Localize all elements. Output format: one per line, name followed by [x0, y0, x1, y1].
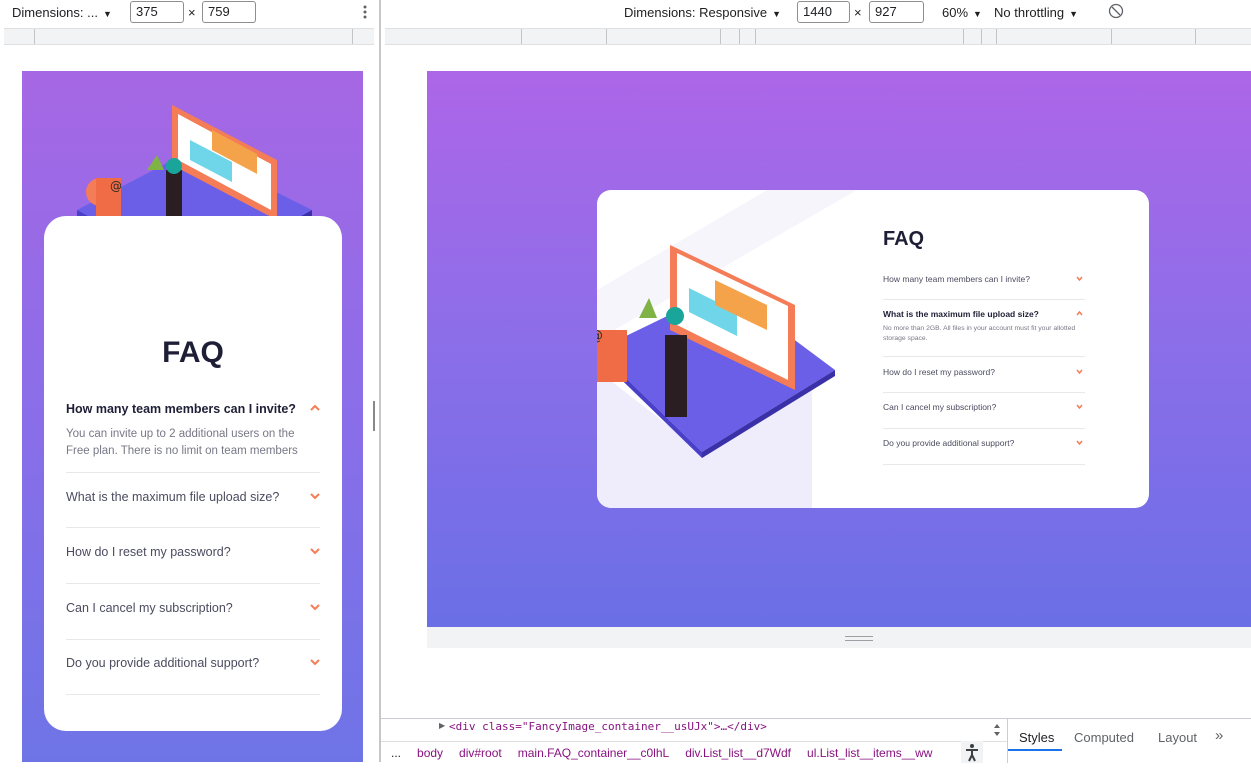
faq-question[interactable]: How do I reset my password? — [883, 367, 995, 377]
breadcrumb-item[interactable]: div.List_list__d7Wdf — [685, 746, 791, 760]
faq-answer: No more than 2GB. All files in your acco… — [883, 325, 1076, 342]
tab-computed[interactable]: Computed — [1074, 730, 1134, 745]
times-sign: × — [188, 5, 196, 20]
faq-title: FAQ — [883, 228, 925, 250]
chevron-up-icon — [310, 404, 320, 414]
accessibility-icon[interactable] — [961, 741, 983, 763]
faq-item[interactable]: Do you provide additional support? — [66, 656, 320, 695]
faq-item[interactable]: Can I cancel my subscription? — [883, 402, 1085, 429]
mobile-faq-card: FAQ How many team members can I invite? … — [44, 216, 342, 731]
faq-question[interactable]: Can I cancel my subscription? — [66, 601, 233, 615]
chevron-down-icon — [310, 658, 320, 668]
media-query-ruler[interactable] — [385, 28, 1251, 45]
dimensions-label: Dimensions: Responsive — [624, 5, 768, 20]
dimensions-dropdown[interactable]: Dimensions: Responsive ▼ — [624, 5, 781, 20]
breadcrumb-item[interactable]: ul.List_list__items__ww — [807, 746, 932, 760]
faq-item[interactable]: How do I reset my password? — [66, 545, 320, 584]
devtools-panel: ▶ <div class="FancyImage_container__usUJ… — [381, 718, 1251, 763]
throttling-label: No throttling — [994, 5, 1065, 20]
styles-tabs: Styles Computed Layout » — [1007, 719, 1251, 763]
chevron-down-icon — [310, 492, 320, 502]
faq-question[interactable]: Do you provide additional support? — [66, 656, 259, 670]
width-input[interactable]: 375 — [130, 1, 184, 23]
elements-code-line[interactable]: <div class="FancyImage_container__usUJx"… — [449, 720, 767, 733]
chevron-down-icon — [1076, 404, 1083, 411]
kebab-icon[interactable] — [361, 4, 369, 20]
faq-item[interactable]: What is the maximum file upload size? — [66, 490, 320, 528]
width-value: 375 — [130, 1, 184, 23]
faq-title: FAQ — [162, 336, 224, 369]
faq-question[interactable]: Do you provide additional support? — [883, 438, 1014, 448]
times-sign: × — [854, 5, 862, 20]
caret-down-icon: ▼ — [1069, 9, 1079, 19]
faq-item[interactable]: What is the maximum file upload size? No… — [883, 309, 1085, 357]
breadcrumb-item[interactable]: main.FAQ_container__c0lhL — [518, 746, 669, 760]
tab-styles[interactable]: Styles — [1019, 730, 1054, 745]
mobile-device-pane: Dimensions: ... ▼ 375 × 759 @ FAQ How man… — [0, 0, 379, 762]
zoom-label: 60% — [942, 5, 969, 20]
faq-item[interactable]: How do I reset my password? — [883, 367, 1085, 393]
caret-down-icon: ▼ — [102, 9, 112, 19]
chevron-up-icon — [1076, 310, 1083, 318]
tab-layout[interactable]: Layout — [1158, 730, 1197, 745]
desktop-faq-card: @ FAQ How many team members can I invite… — [597, 190, 1149, 508]
active-tab-indicator — [1008, 749, 1062, 751]
breadcrumb-item[interactable]: div#root — [459, 746, 502, 760]
expand-triangle-icon[interactable]: ▶ — [439, 721, 445, 730]
breadcrumb: ... body div#root main.FAQ_container__c0… — [381, 741, 1007, 763]
more-tabs-icon[interactable]: » — [1215, 727, 1223, 744]
breadcrumb-item[interactable]: body — [417, 746, 443, 760]
faq-item[interactable]: How many team members can I invite? — [883, 274, 1085, 300]
dimensions-dropdown[interactable]: Dimensions: ... ▼ — [12, 5, 112, 20]
resize-bar[interactable] — [427, 627, 1251, 648]
width-value: 1440 — [797, 1, 850, 23]
chevron-down-icon — [1076, 440, 1083, 447]
resize-handle-icon[interactable] — [845, 636, 873, 641]
mobile-toolbar: Dimensions: ... ▼ — [12, 0, 112, 25]
rotate-icon[interactable] — [1108, 3, 1124, 19]
chevron-down-icon — [310, 603, 320, 613]
svg-text:@: @ — [110, 179, 122, 193]
desktop-device-pane: Dimensions: Responsive ▼ 1440 × 927 60% ▼ … — [381, 0, 1251, 762]
faq-illustration: @ — [597, 190, 857, 508]
faq-item[interactable]: How many team members can I invite? You … — [66, 402, 320, 473]
faq-item[interactable]: Can I cancel my subscription? — [66, 601, 320, 640]
breadcrumb-more[interactable]: ... — [391, 746, 401, 760]
faq-item[interactable]: Do you provide additional support? — [883, 438, 1085, 465]
faq-question[interactable]: How do I reset my password? — [66, 545, 231, 559]
faq-question[interactable]: Can I cancel my subscription? — [883, 402, 996, 412]
faq-question[interactable]: What is the maximum file upload size? — [66, 490, 279, 504]
scroll-arrows-icon[interactable] — [993, 723, 1001, 737]
caret-down-icon: ▼ — [973, 9, 982, 19]
chevron-down-icon — [1076, 276, 1083, 283]
svg-text:@: @ — [597, 328, 603, 344]
height-value: 927 — [869, 1, 924, 23]
dimensions-label: Dimensions: ... — [12, 5, 98, 20]
faq-question[interactable]: How many team members can I invite? — [66, 402, 296, 416]
faq-question[interactable]: How many team members can I invite? — [883, 274, 1030, 284]
media-query-ruler[interactable] — [4, 28, 374, 45]
zoom-dropdown[interactable]: 60% ▼ — [942, 5, 982, 20]
chevron-down-icon — [310, 547, 320, 557]
caret-down-icon: ▼ — [772, 9, 781, 19]
width-input[interactable]: 1440 — [797, 1, 850, 23]
throttling-dropdown[interactable]: No throttling ▼ — [994, 5, 1078, 20]
faq-question[interactable]: What is the maximum file upload size? — [883, 309, 1039, 319]
height-input[interactable]: 927 — [869, 1, 924, 23]
chevron-down-icon — [1076, 369, 1083, 376]
height-input[interactable]: 759 — [202, 1, 256, 23]
faq-answer: You can invite up to 2 additional users … — [66, 428, 298, 457]
height-value: 759 — [202, 1, 256, 23]
